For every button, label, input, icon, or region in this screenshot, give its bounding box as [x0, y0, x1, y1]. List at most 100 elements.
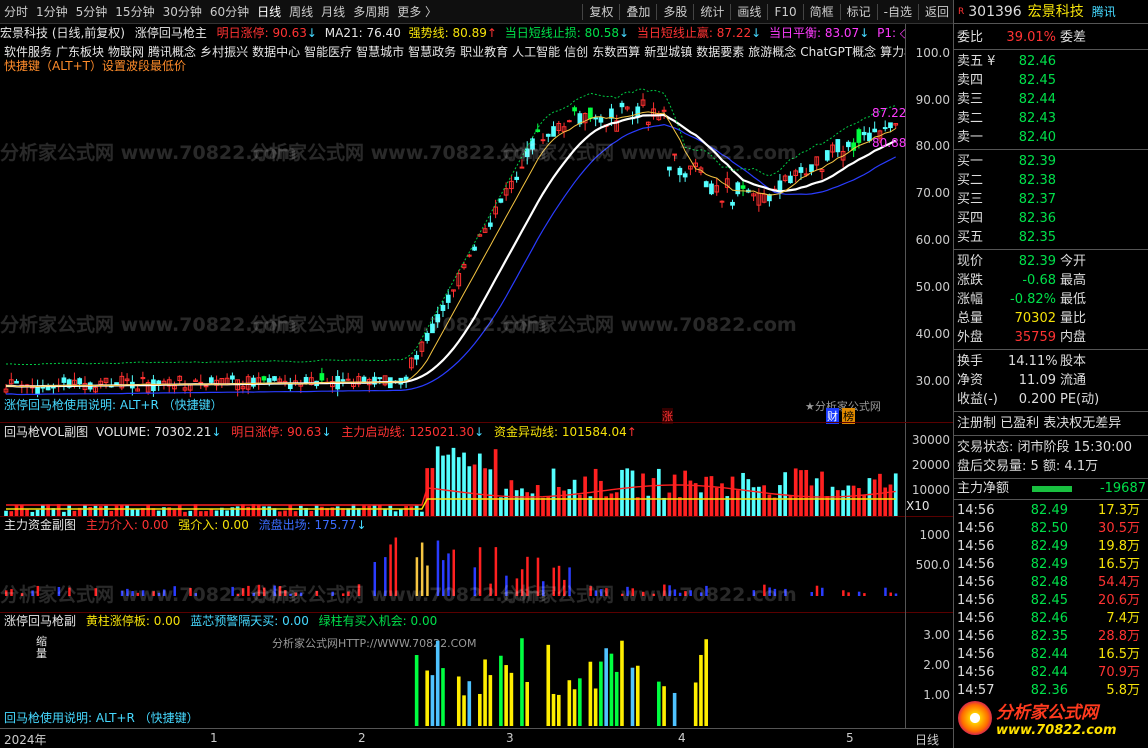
tick-price: 82.46: [1030, 611, 1068, 626]
ask-row[interactable]: 卖四 82.45: [954, 71, 1148, 90]
vol-ma-yellow: [6, 498, 896, 510]
tick-time: 14:56: [957, 521, 995, 536]
vol-value: VOLUME: 70302.21: [95, 425, 212, 439]
volume-bar: [541, 497, 545, 516]
ask-price: 82.45: [1018, 73, 1056, 88]
tick-price: 82.49: [1030, 557, 1068, 572]
period-9[interactable]: 多周期: [349, 0, 393, 23]
volume-bar: [477, 453, 482, 516]
toolbar-action-7[interactable]: 标记: [843, 0, 875, 23]
candle-body: [609, 108, 614, 119]
volume-bar: [46, 504, 50, 516]
sub-usage[interactable]: 回马枪使用说明: ALT+R （快捷键）: [4, 709, 304, 727]
ask-row[interactable]: 卖一 82.40: [954, 128, 1148, 147]
volume-bar: [119, 504, 124, 516]
toolbar-action-3[interactable]: 统计: [696, 0, 728, 23]
volume-bar: [651, 478, 656, 516]
volume-bar: [298, 505, 303, 516]
logo-text: 分析家公式网: [996, 703, 1098, 723]
toolbar-sep: [619, 3, 621, 20]
bid-row[interactable]: 买四 82.36: [954, 209, 1148, 228]
volume-bar: [56, 504, 61, 516]
volume-bar: [778, 485, 782, 516]
tick-time: 14:56: [957, 503, 995, 518]
price-tag-take: 87.22: [872, 106, 907, 120]
period-8[interactable]: 月线: [317, 0, 349, 23]
volume-bar: [351, 504, 356, 516]
tencent-tag[interactable]: 腾讯: [1092, 0, 1116, 23]
sub-yellow: 黄柱涨停板: 0.00: [85, 614, 181, 628]
volume-bar: [288, 504, 293, 516]
period-5[interactable]: 60分钟: [206, 0, 253, 23]
ask-row[interactable]: 卖三 82.44: [954, 90, 1148, 109]
period-1[interactable]: 1分钟: [32, 0, 72, 23]
tick-row: 14:56 82.35 28.8万: [954, 628, 1148, 646]
period-0[interactable]: 分时: [0, 0, 32, 23]
volume-chart[interactable]: [0, 441, 905, 516]
tick-price: 82.49: [1030, 539, 1068, 554]
tick-time: 14:56: [957, 611, 995, 626]
ask-row[interactable]: 卖二 82.43: [954, 109, 1148, 128]
limit-up-value: 明日涨停: 90.63: [216, 26, 307, 40]
tick-list[interactable]: 14:56 82.49 17.3万 14:56 82.50 30.5万 14:56 82.49…: [954, 502, 1148, 700]
volume-bar: [251, 504, 256, 516]
volume-bar: [841, 490, 845, 516]
period-7[interactable]: 周线: [285, 0, 317, 23]
candle-body: [798, 167, 804, 173]
candle-body: [208, 377, 214, 383]
indicator-name[interactable]: 涨停回马枪主: [135, 26, 207, 40]
toolbar-action-2[interactable]: 多股: [659, 0, 691, 23]
fundamental-stats: 换手 14.11% 股本 净资 11.09 流通 收益(-) 0.200 PE(动): [954, 352, 1148, 409]
volume-bar: [851, 485, 856, 516]
tick-time: 14:56: [957, 575, 995, 590]
ask-book: 卖五 ¥ 82.46 卖四 82.45 卖三 82.44 卖二 82.43 卖一 82.40: [954, 52, 1148, 147]
vol-panel-name[interactable]: 回马枪VOL副图: [4, 425, 88, 439]
volume-bar: [662, 497, 666, 516]
period-4[interactable]: 30分钟: [159, 0, 206, 23]
volume-bar: [93, 505, 98, 516]
toolbar-action-5[interactable]: F10: [770, 0, 800, 23]
period-10[interactable]: 更多 〉: [393, 0, 441, 23]
tick-row: 14:56 82.48 54.4万: [954, 574, 1148, 592]
period-6[interactable]: 日线: [253, 0, 285, 23]
toolbar-action-6[interactable]: 简框: [806, 0, 838, 23]
volume-bar: [14, 505, 19, 516]
bid-row[interactable]: 买二 82.38: [954, 171, 1148, 190]
sub-panel-name[interactable]: 涨停回马枪副: [4, 614, 76, 628]
bid-row[interactable]: 买三 82.37: [954, 190, 1148, 209]
stat-value: 14.11%: [1008, 354, 1058, 369]
toolbar-action-0[interactable]: 复权: [585, 0, 617, 23]
toolbar-action-4[interactable]: 画线: [733, 0, 765, 23]
tick-volume: 16.5万: [1098, 557, 1140, 572]
bid-row[interactable]: 买五 82.35: [954, 228, 1148, 247]
signal-bar: [662, 686, 666, 726]
candlestick-chart[interactable]: [0, 44, 905, 422]
watermark-text: 分析家公式网 www.70822.com: [500, 314, 797, 336]
toolbar-action-9[interactable]: 返回: [921, 0, 953, 23]
period-2[interactable]: 5分钟: [72, 0, 112, 23]
toolbar-action-8[interactable]: -自选: [880, 0, 916, 23]
fund-axis: 1000 500.0: [905, 516, 953, 612]
volume-bar: [709, 476, 714, 516]
y-tick-label: 100.0: [915, 46, 950, 60]
candle-body: [809, 164, 814, 173]
trade-status: 交易状态: 闭市阶段 15:30:00: [957, 440, 1133, 455]
volume-bar: [19, 504, 24, 516]
volume-bar: [888, 484, 893, 516]
candle-body: [266, 378, 272, 383]
bid-row[interactable]: 买一 82.39: [954, 152, 1148, 171]
quote-label: 现价: [957, 254, 984, 269]
tick-row: 14:56 82.50 30.5万: [954, 520, 1148, 538]
signal-bar: [504, 665, 508, 726]
volume-bar: [556, 486, 561, 516]
stat-value: 11.09: [1018, 373, 1056, 388]
volume-bar: [809, 485, 814, 516]
fund-panel-name[interactable]: 主力资金副图: [4, 518, 76, 532]
quote-row: 外盘 35759 内盘: [954, 328, 1148, 347]
toolbar-action-1[interactable]: 叠加: [622, 0, 654, 23]
usage-note[interactable]: 涨停回马枪使用说明: ALT+R （快捷键）: [4, 396, 404, 414]
period-3[interactable]: 15分钟: [111, 0, 158, 23]
ask-row[interactable]: 卖五 ¥ 82.46: [954, 52, 1148, 71]
volume-bar: [83, 504, 87, 516]
tick-volume: 54.4万: [1098, 575, 1140, 590]
